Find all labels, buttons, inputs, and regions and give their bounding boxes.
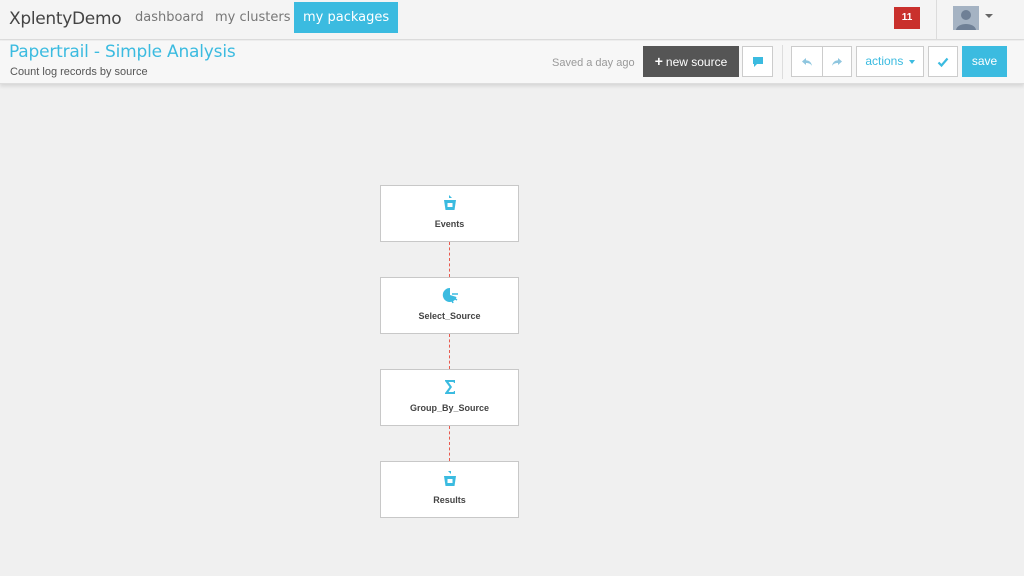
node-label: Select_Source [418, 311, 481, 321]
package-description: Count log records by source [10, 66, 148, 78]
sigma-icon [445, 380, 455, 394]
select-filter-icon [442, 287, 458, 304]
node-label: Group_By_Source [409, 403, 490, 413]
pipeline-node-events[interactable]: Events [380, 185, 519, 242]
destination-bucket-icon [444, 471, 456, 486]
new-source-button[interactable]: + new source [643, 46, 739, 77]
comments-button[interactable] [742, 46, 773, 77]
pipeline-node-select-source[interactable]: Select_Source [380, 277, 519, 334]
source-bucket-icon [444, 195, 456, 210]
checkmark-icon [937, 57, 949, 67]
pipeline-connector [449, 334, 450, 369]
user-avatar[interactable] [953, 6, 979, 30]
actions-dropdown[interactable]: actions [856, 46, 924, 77]
brand-logo[interactable]: XplentyDemo [9, 9, 122, 29]
validate-button[interactable] [928, 46, 958, 77]
package-title[interactable]: Papertrail - Simple Analysis [9, 42, 236, 62]
user-silhouette-icon [953, 6, 979, 30]
plus-icon: + [654, 53, 663, 69]
undo-button[interactable] [791, 46, 823, 77]
node-label: Results [433, 495, 466, 505]
caret-down-icon [908, 59, 915, 64]
comment-icon [752, 56, 763, 67]
pipeline-canvas[interactable]: Events Select_Source Group_By_Source Res… [0, 85, 1024, 576]
top-navbar: XplentyDemo dashboard my clusters my pac… [0, 0, 1024, 40]
pipeline-node-results[interactable]: Results [380, 461, 519, 518]
nav-dashboard[interactable]: dashboard [126, 2, 213, 33]
notifications-badge[interactable]: 11 [894, 7, 920, 29]
saved-status: Saved a day ago [552, 57, 635, 69]
pipeline-connector [449, 242, 450, 277]
pipeline-connector [449, 426, 450, 461]
nav-divider [936, 0, 937, 40]
save-button[interactable]: save [962, 46, 1007, 77]
nav-my-packages[interactable]: my packages [294, 2, 399, 33]
package-header: Papertrail - Simple Analysis Count log r… [0, 41, 1024, 84]
toolbar-separator [782, 45, 783, 79]
pipeline-node-group-by-source[interactable]: Group_By_Source [380, 369, 519, 426]
redo-icon [832, 57, 842, 66]
node-label: Events [434, 219, 465, 229]
user-menu-caret-icon[interactable] [985, 14, 993, 18]
redo-button[interactable] [822, 46, 852, 77]
undo-icon [802, 57, 812, 66]
nav-my-clusters[interactable]: my clusters [206, 2, 299, 33]
